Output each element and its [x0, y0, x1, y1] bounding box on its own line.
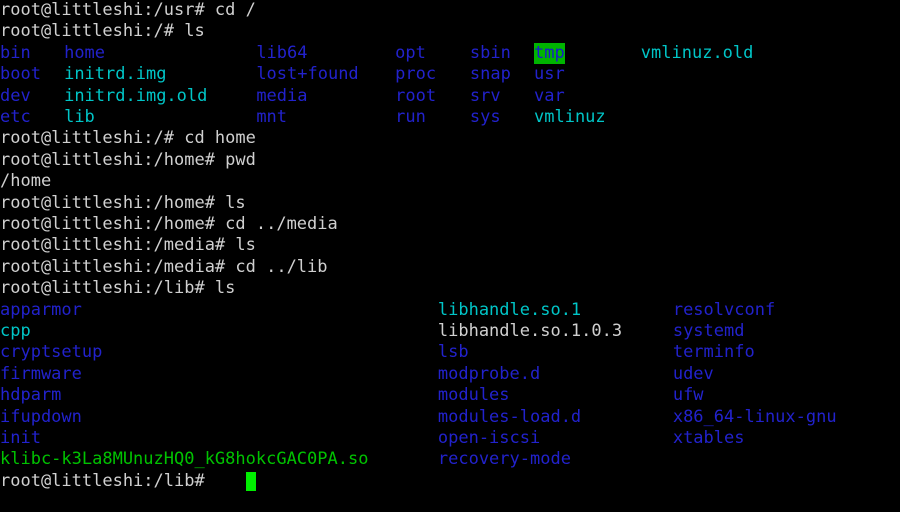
terminal-text: root@littleshi:/media# cd ../lib — [0, 256, 328, 277]
terminal-text: root@littleshi:/media# ls — [0, 235, 256, 256]
terminal-text: sbin — [469, 42, 511, 63]
terminal-line: boot initrd.img lost+found proc snap usr — [0, 64, 900, 85]
terminal-line: root@littleshi:/home# cd ../media — [0, 214, 900, 235]
terminal-text: boot — [0, 64, 41, 85]
terminal-text: cryptsetup — [0, 342, 103, 363]
terminal-line: root@littleshi:/home# pwd — [0, 150, 900, 171]
terminal-text: root@littleshi:/home# ls — [0, 192, 246, 213]
terminal-text: resolvconf — [672, 299, 776, 320]
terminal-text: open-iscsi — [437, 428, 541, 448]
terminal-text: proc — [395, 64, 437, 85]
terminal-text: lib64 — [256, 42, 308, 63]
terminal-text: dev — [0, 85, 31, 106]
terminal-text: /home — [0, 171, 52, 192]
terminal-text: apparmor — [0, 299, 82, 320]
terminal-text: cpp — [0, 321, 31, 341]
terminal-text: xtables — [672, 428, 745, 448]
terminal-text: root@littleshi:/lib# ls — [0, 278, 236, 299]
terminal-line: bin home lib64 opt sbin tmp vmlinuz.old — [0, 42, 900, 65]
terminal-text: mnt — [256, 107, 288, 127]
terminal-line: cryptsetup lsb terminfo — [0, 342, 900, 363]
terminal-text: usr — [534, 64, 565, 85]
terminal-text: root@littleshi:/home# pwd — [0, 149, 256, 170]
terminal-text: x86_64-linux-gnu — [672, 406, 837, 427]
terminal-text: root@littleshi:/# cd home — [0, 128, 256, 149]
terminal-text: init — [0, 428, 41, 448]
terminal-line: root@littleshi:/usr# cd / — [0, 0, 900, 21]
terminal-line: klibc-k3La8MUnuzHQ0_kG8hokcGAC0PA.so reco… — [0, 449, 900, 470]
terminal-line: root@littleshi:/# cd home — [0, 128, 900, 149]
terminal-text: modules — [437, 385, 510, 406]
terminal-text: bin — [0, 42, 31, 63]
terminal-text: media — [256, 85, 308, 106]
terminal-line: root@littleshi:/media# cd ../lib — [0, 257, 900, 278]
terminal-text: sys — [469, 107, 501, 127]
terminal-text: root — [395, 85, 437, 106]
terminal-window[interactable]: root@littleshi:/usr# cd / root@littleshi:… — [0, 0, 900, 512]
terminal-text: home — [64, 42, 106, 63]
terminal-text: libhandle.so.1.0.3 — [437, 321, 623, 341]
terminal-text: systemd — [672, 321, 745, 341]
terminal-text: hdparm — [0, 385, 62, 406]
terminal-text: snap — [469, 64, 511, 85]
terminal-text: libhandle.so.1 — [437, 299, 582, 320]
terminal-text: modules-load.d — [437, 406, 582, 427]
terminal-text: ifupdown — [0, 406, 82, 427]
terminal-line: etc lib mnt run sys vmlinuz — [0, 107, 900, 128]
terminal-text: lsb — [437, 342, 469, 363]
terminal-line: apparmor libhandle.so.1 resolvconf — [0, 300, 900, 321]
terminal-line: dev initrd.img.old media root srv var — [0, 86, 900, 107]
terminal-line: root@littleshi:/lib# ls — [0, 278, 900, 299]
terminal-line: root@littleshi:/# ls — [0, 21, 900, 42]
terminal-line: init open-iscsi xtables — [0, 428, 900, 449]
terminal-line: root@littleshi:/lib# — [0, 471, 900, 492]
terminal-text: root@littleshi:/# ls — [0, 21, 205, 42]
terminal-text: srv — [469, 85, 501, 106]
terminal-text: vmlinuz.old — [640, 42, 754, 63]
terminal-text: opt — [395, 42, 426, 63]
terminal-text: initrd.img — [64, 64, 167, 85]
terminal-text: root@littleshi:/lib# — [0, 470, 215, 491]
terminal-line: root@littleshi:/home# ls — [0, 193, 900, 214]
terminal-line: /home — [0, 171, 900, 192]
terminal-cursor — [245, 471, 257, 492]
terminal-line: ifupdown modules-load.d x86_64-linux-gnu — [0, 407, 900, 428]
terminal-text: lost+found — [256, 64, 359, 85]
terminal-text: vmlinuz — [534, 107, 606, 127]
terminal-line: firmware modprobe.d udev — [0, 364, 900, 385]
terminal-text: tmp — [534, 42, 565, 65]
terminal-text: etc — [0, 107, 31, 127]
terminal-text: ufw — [672, 385, 704, 406]
terminal-text: modprobe.d — [437, 363, 541, 384]
terminal-text: klibc-k3La8MUnuzHQ0_kG8hokcGAC0PA.so — [0, 449, 369, 470]
terminal-text: root@littleshi:/home# cd ../media — [0, 214, 338, 234]
terminal-text: run — [395, 107, 426, 127]
terminal-text: recovery-mode — [437, 449, 571, 470]
terminal-line: root@littleshi:/media# ls — [0, 235, 900, 256]
terminal-line: cpp libhandle.so.1.0.3 systemd — [0, 321, 900, 342]
terminal-text: lib — [64, 107, 95, 127]
terminal-text: var — [534, 85, 565, 106]
terminal-text: terminfo — [672, 342, 755, 363]
terminal-line: hdparm modules ufw — [0, 385, 900, 406]
terminal-text: firmware — [0, 363, 82, 384]
terminal-text: root@littleshi:/usr# cd / — [0, 0, 256, 20]
terminal-text: udev — [672, 363, 714, 384]
terminal-text: initrd.img.old — [64, 85, 208, 106]
